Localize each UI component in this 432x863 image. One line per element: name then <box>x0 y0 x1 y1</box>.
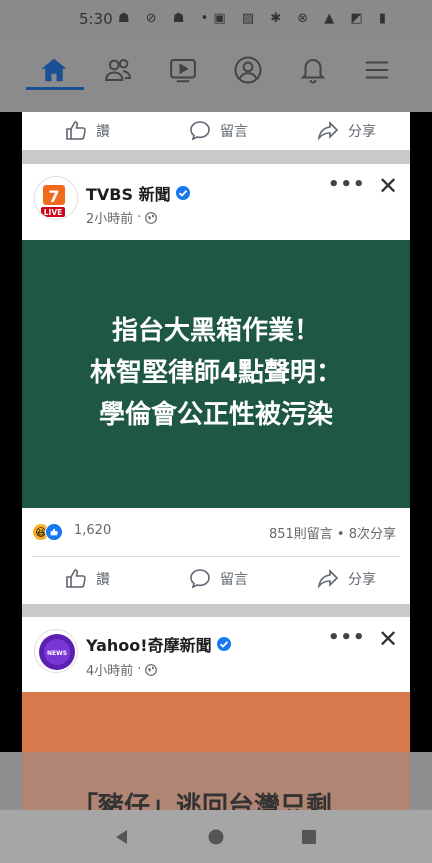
share-icon <box>317 121 339 141</box>
phone-screen: 5:30 ☗ ⊘ ☗ • ▣ ▨ ✱ ⊗ ▲ ◩ ▮ 讚 留言 分享 7 LIV… <box>0 0 432 863</box>
like-reaction-icon <box>45 523 63 541</box>
more-options-icon[interactable]: ••• <box>328 627 366 648</box>
verified-badge-icon <box>175 186 190 200</box>
post-time[interactable]: 2小時前 <box>86 208 133 227</box>
page-name-text[interactable]: Yahoo!奇摩新聞 <box>86 632 212 656</box>
facebook-nav-bar <box>0 40 432 112</box>
yahoo-avatar[interactable]: NEWS <box>34 629 78 673</box>
status-system-icons: ▣ ▨ ✱ ⊗ ▲ ◩ ▮ <box>213 11 392 26</box>
status-time: 5:30 <box>79 10 113 28</box>
share-label: 分享 <box>348 572 376 588</box>
share-button[interactable]: 分享 <box>316 567 376 591</box>
menu-icon[interactable] <box>351 50 403 90</box>
home-button-icon[interactable] <box>207 828 225 846</box>
share-label: 分享 <box>348 124 376 140</box>
post-time[interactable]: 4小時前 <box>86 660 133 679</box>
headline-line-1: 指台大黑箱作業！ <box>111 316 320 346</box>
verified-badge-icon <box>216 637 231 651</box>
svg-text:7: 7 <box>48 187 59 206</box>
reaction-count[interactable]: 1,620 <box>74 523 111 538</box>
post-card-yahoo: NEWS Yahoo!奇摩新聞 4小時前 · ••• ✕ <box>22 617 410 752</box>
like-label: 讚 <box>96 572 110 588</box>
android-nav-bar <box>0 810 432 863</box>
post-header: NEWS Yahoo!奇摩新聞 4小時前 · ••• ✕ <box>22 617 410 687</box>
post-image-headline[interactable]: 指台大黑箱作業！ 林智堅律師4點聲明： 學倫會公正性被污染 <box>22 240 410 508</box>
headline-line-3: 學倫會公正性被污染 <box>98 400 333 430</box>
tvbs-avatar[interactable]: 7 LIVE <box>34 176 78 220</box>
like-button[interactable]: 讚 <box>64 119 110 143</box>
share-button[interactable]: 分享 <box>316 119 376 143</box>
nav-active-indicator <box>26 87 84 90</box>
like-icon <box>66 569 86 588</box>
like-label: 讚 <box>96 124 110 140</box>
comment-icon <box>190 121 210 141</box>
action-row: 讚 留言 分享 <box>22 556 410 602</box>
status-bar: 5:30 ☗ ⊘ ☗ • ▣ ▨ ✱ ⊗ ▲ ◩ ▮ <box>0 0 432 40</box>
notifications-icon[interactable] <box>287 50 339 90</box>
reactions-summary[interactable]: 😆 1,620 851則留言 • 8次分享 <box>22 514 410 550</box>
comment-label: 留言 <box>220 124 248 140</box>
profile-icon[interactable] <box>222 50 274 90</box>
meta-separator: · <box>137 210 142 225</box>
bottom-overlay: 「豬仔」逃回台灣只剩 <box>0 752 432 810</box>
post-image[interactable] <box>22 692 410 752</box>
watch-icon[interactable] <box>157 50 209 90</box>
home-icon[interactable] <box>28 50 80 90</box>
comment-label: 留言 <box>220 572 248 588</box>
action-row: 讚 留言 分享 <box>22 112 410 154</box>
svg-text:NEWS: NEWS <box>47 650 67 657</box>
recent-apps-icon[interactable] <box>300 828 318 846</box>
comments-shares-count[interactable]: 851則留言 • 8次分享 <box>269 523 396 542</box>
back-icon[interactable] <box>113 828 131 846</box>
close-icon[interactable]: ✕ <box>378 625 398 653</box>
more-options-icon[interactable]: ••• <box>328 174 366 195</box>
page-name[interactable]: TVBS 新聞 <box>86 181 190 205</box>
previous-post-actions: 讚 留言 分享 <box>22 112 410 150</box>
page-name-text[interactable]: TVBS 新聞 <box>86 181 171 205</box>
post-card-tvbs: 7 LIVE TVBS 新聞 2小時前 · ••• ✕ 指台大黑箱作業！ 林智堅… <box>22 164 410 604</box>
status-notification-icons: ☗ ⊘ ☗ • <box>118 11 215 26</box>
close-icon[interactable]: ✕ <box>378 172 398 200</box>
reaction-icons: 😆 <box>32 523 63 541</box>
news-feed[interactable]: 讚 留言 分享 7 LIVE TVBS 新聞 2小時前 · ••• ✕ 指台大黑… <box>22 112 410 752</box>
page-name[interactable]: Yahoo!奇摩新聞 <box>86 632 231 656</box>
post-header: 7 LIVE TVBS 新聞 2小時前 · ••• ✕ <box>22 164 410 234</box>
post-meta: 2小時前 · <box>86 208 158 227</box>
svg-text:LIVE: LIVE <box>44 208 63 217</box>
like-button[interactable]: 讚 <box>64 567 110 591</box>
friends-icon[interactable] <box>92 50 144 90</box>
headline-line-2: 林智堅律師4點聲明： <box>89 358 343 388</box>
partial-headline: 「豬仔」逃回台灣只剩 <box>72 792 333 810</box>
share-icon <box>317 569 339 589</box>
meta-separator: · <box>137 662 142 677</box>
post-meta: 4小時前 · <box>86 660 158 679</box>
globe-icon <box>145 211 158 224</box>
comment-icon <box>190 569 210 589</box>
comment-button[interactable]: 留言 <box>188 567 248 591</box>
comment-button[interactable]: 留言 <box>188 119 248 143</box>
globe-icon <box>145 663 158 676</box>
like-icon <box>66 121 86 140</box>
